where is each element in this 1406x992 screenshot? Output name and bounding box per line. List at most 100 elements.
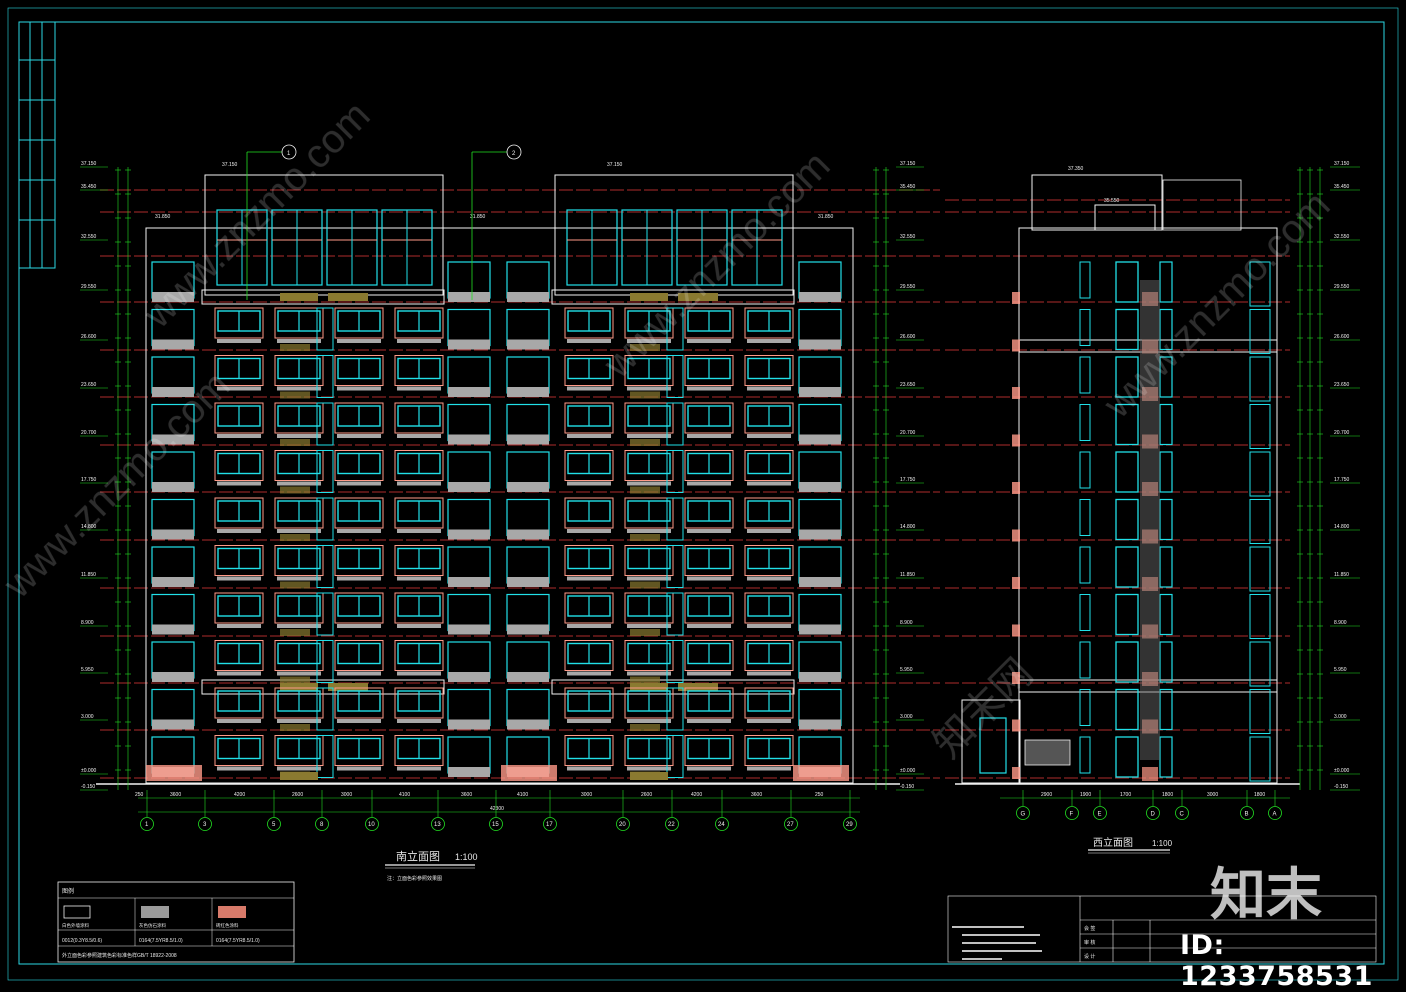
window-sill: [687, 386, 731, 391]
balcony-rail: [507, 292, 549, 302]
elevation-label-right: 23.650: [900, 382, 916, 388]
base-panel: [501, 765, 557, 781]
title-block-row-1: 会 签: [1084, 925, 1095, 932]
elevation-label-right: 11.850: [900, 572, 915, 578]
west-elevation-label: 26.600: [1334, 334, 1350, 340]
west-elevation-label: ±0.000: [1334, 768, 1349, 774]
legend-code-white: 0012(0.3Y8.5/0.6): [62, 938, 102, 944]
band-panel: [328, 683, 368, 691]
balcony-rail: [799, 672, 841, 682]
balcony-rail: [507, 339, 549, 350]
legend-item-red: 砖红色涂料: [216, 922, 239, 929]
window-sill: [397, 339, 441, 343]
roof-elevation-label: 31.850: [818, 214, 834, 220]
balcony-rail: [448, 624, 490, 635]
elevation-label-right: ±0.000: [900, 768, 915, 774]
west-elevation-label: 11.850: [1334, 572, 1349, 578]
elevation-label-right: 14.800: [900, 524, 916, 530]
balcony-rail: [507, 529, 549, 540]
west-elevation-label: 32.550: [1334, 234, 1350, 240]
window-sill: [567, 576, 611, 581]
window-sill: [277, 386, 321, 391]
west-roof-label: 37.350: [1068, 166, 1084, 172]
window-sill: [567, 386, 611, 391]
window-sill: [277, 339, 321, 343]
window-sill: [337, 339, 381, 343]
dim-value: 4200: [691, 792, 702, 798]
window-sill: [397, 386, 441, 391]
axis-label: 22: [668, 822, 675, 828]
west-dim-value: 3000: [1207, 792, 1218, 798]
balcony-rail: [152, 719, 194, 730]
window-sill: [397, 529, 441, 533]
ac-panel: [280, 486, 310, 494]
balcony-rail: [448, 719, 490, 730]
west-balcony-edge: [1012, 624, 1020, 637]
balcony-rail: [799, 719, 841, 730]
ac-panel: [280, 629, 310, 636]
legend-title: 图例: [62, 887, 74, 895]
cad-drawing-canvas: 37.150 35.450 32.550 29.550 26.600 23.650 20.7…: [0, 0, 1406, 987]
west-elevation-label: 14.800: [1334, 524, 1350, 530]
ac-panel: [280, 534, 310, 541]
window-sill: [687, 671, 731, 676]
west-axis-label: A: [1273, 812, 1277, 818]
dim-value: 4200: [234, 792, 245, 798]
balcony-rail: [152, 577, 194, 587]
dim-value: 3600: [461, 792, 472, 798]
west-dim-value: 1900: [1080, 792, 1091, 798]
elevation-label-left: 11.850: [81, 572, 96, 578]
west-axis-label: C: [1180, 812, 1185, 818]
balcony-rail: [507, 387, 549, 397]
ac-panel: [630, 724, 660, 731]
window-sill: [687, 529, 731, 533]
window-sill: [277, 576, 321, 581]
west-title-block: 西立面图 1:100: [1088, 836, 1173, 854]
axis-label: 17: [546, 822, 553, 828]
window-sill: [687, 576, 731, 581]
window-sill: [397, 576, 441, 581]
legend-footnote: 外立面色彩参照建筑色彩标准色样GB/T 18922-2008: [62, 952, 177, 959]
elevation-label-right: 3.000: [900, 714, 913, 720]
west-dim-value: 1800: [1254, 792, 1265, 798]
axis-label: 13: [434, 822, 441, 828]
balcony-rail: [799, 387, 841, 397]
west-axis-label: D: [1151, 812, 1156, 818]
west-elevation-label: 35.450: [1334, 184, 1350, 190]
elevation-label-left: 37.150: [81, 161, 97, 167]
window-sill: [627, 766, 671, 771]
west-balcony-edge: [1012, 434, 1020, 447]
window-sill: [217, 339, 261, 343]
balcony-rail: [507, 624, 549, 635]
balcony-rail: [507, 577, 549, 587]
elevation-label-left: 20.700: [81, 430, 97, 436]
watermark-brand-logo: 知末: [1210, 863, 1322, 928]
band-panel: [280, 293, 318, 301]
title-block-row-3: 设 计: [1084, 953, 1095, 960]
window-sill: [567, 719, 611, 723]
window-sill: [337, 481, 381, 486]
dim-value: 3600: [751, 792, 762, 798]
elevation-label-left: -0.150: [81, 784, 95, 790]
balcony-rail: [507, 482, 549, 492]
west-balcony-edge: [1012, 387, 1020, 399]
west-elevation-label: 23.650: [1334, 382, 1350, 388]
west-elevation-title: 西立面图: [1093, 836, 1133, 849]
west-elevation-label: 20.700: [1334, 430, 1350, 436]
window-sill: [567, 671, 611, 676]
window-sill: [567, 766, 611, 771]
west-axis-label: F: [1070, 812, 1074, 818]
elevation-label-right: -0.150: [900, 784, 914, 790]
window-sill: [217, 576, 261, 581]
window-sill: [277, 766, 321, 771]
balcony-rail: [448, 482, 490, 492]
balcony-rail: [152, 529, 194, 540]
balcony-rail: [152, 672, 194, 682]
window-sill: [567, 339, 611, 343]
axis-label: 20: [619, 822, 626, 828]
west-dim-value: 1700: [1120, 792, 1131, 798]
window-sill: [627, 671, 671, 676]
west-axis-label: G: [1021, 812, 1026, 818]
balcony-rail: [507, 719, 549, 730]
dim-value: 3000: [341, 792, 352, 798]
